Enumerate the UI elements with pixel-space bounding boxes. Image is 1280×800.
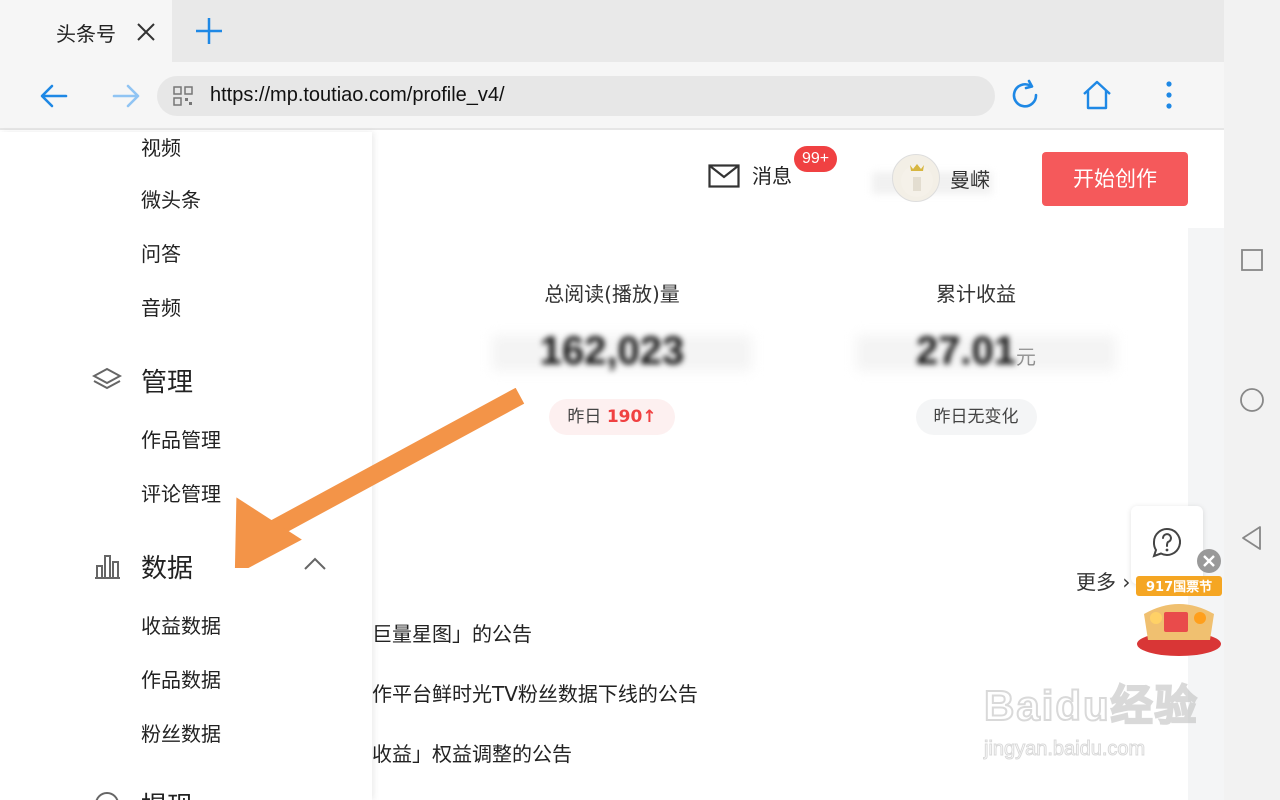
wallet-icon (95, 792, 119, 800)
mail-icon (708, 164, 740, 188)
url-text: https://mp.toutiao.com/profile_v4/ (210, 84, 505, 106)
tab-title: 头条号 (56, 22, 116, 46)
screen: 头条号 https://mp.toutiao.com/profile_v4/ 消… (0, 0, 1280, 800)
watermark-url: jingyan.baidu.com (983, 738, 1146, 761)
tab-bar: 头条号 (0, 0, 1224, 62)
sidebar-item-fan-data[interactable]: 粉丝数据 (141, 718, 221, 747)
bar-chart-icon (95, 555, 120, 579)
sidebar-item-qa[interactable]: 问答 (141, 238, 181, 267)
sidebar-item-content-data[interactable]: 作品数据 (141, 664, 221, 693)
change-prefix: 昨日无变化 (933, 407, 1019, 427)
more-notices-link[interactable]: 更多 › (1076, 566, 1130, 595)
browser-tab[interactable]: 头条号 (0, 0, 172, 62)
promo-label: 917国票节 (1146, 580, 1213, 595)
stat-change-badge: 昨日 190↑ (549, 399, 675, 435)
layers-icon (92, 367, 122, 390)
recent-apps-icon[interactable] (1238, 246, 1266, 274)
close-tab-icon[interactable] (134, 20, 158, 44)
reload-icon[interactable] (1008, 78, 1042, 112)
sidebar-item-audio[interactable]: 音频 (141, 292, 181, 321)
sidebar-item-earnings-data[interactable]: 收益数据 (141, 610, 221, 639)
stat-label: 累计收益 (936, 282, 1016, 306)
messages-label: 消息 (752, 164, 792, 188)
username[interactable]: 曼嵘 (950, 164, 990, 193)
page-content: 消息 99+ 曼嵘 开始创作 总阅读(播放)量 162,023 昨日 190↑ … (0, 132, 1224, 800)
annotation-arrow (234, 388, 525, 568)
url-field[interactable]: https://mp.toutiao.com/profile_v4/ (157, 76, 995, 116)
section-title: 数据 (141, 554, 194, 584)
stat-value: 27.01元 (856, 329, 1116, 377)
notice-item[interactable]: 巨量星图」的公告 (372, 618, 532, 647)
sidebar-item-comment-management[interactable]: 评论管理 (141, 478, 221, 507)
avatar-image-icon (901, 164, 933, 197)
sidebar-item-video[interactable]: 视频 (141, 132, 181, 161)
qr-code-icon[interactable] (173, 86, 193, 106)
home-icon[interactable] (1080, 78, 1114, 112)
notice-item[interactable]: 收益」权益调整的公告 (372, 738, 572, 767)
messages-badge: 99+ (794, 146, 838, 172)
baidu-watermark: Baidu经验 jingyan.baidu.com (980, 660, 1216, 772)
avatar[interactable] (892, 154, 940, 202)
help-icon (1152, 527, 1181, 558)
chevron-right-icon: › (1122, 570, 1131, 594)
start-creating-button[interactable]: 开始创作 (1042, 152, 1188, 206)
sidebar-item-content-management[interactable]: 作品管理 (141, 424, 221, 453)
home-circle-icon[interactable] (1238, 386, 1266, 414)
system-nav-bar (1224, 0, 1280, 800)
help-widget[interactable] (1131, 506, 1203, 584)
close-promo-icon[interactable] (1196, 548, 1222, 574)
new-tab-icon[interactable] (194, 16, 224, 46)
stat-number: 162,023 (539, 329, 685, 373)
watermark-brand: Baidu经验 (983, 681, 1199, 730)
more-menu-icon[interactable] (1154, 78, 1184, 112)
total-earnings-stat: 累计收益 27.01元 昨日无变化 (856, 278, 1116, 435)
back-triangle-icon[interactable] (1238, 524, 1266, 552)
up-arrow-icon: ↑ (642, 407, 657, 427)
address-bar: https://mp.toutiao.com/profile_v4/ (0, 62, 1224, 130)
forward-icon[interactable] (110, 80, 142, 112)
stat-label: 总阅读(播放)量 (544, 282, 680, 306)
section-title: 管理 (141, 368, 194, 398)
change-prefix: 昨日 (567, 407, 602, 427)
stat-change-badge: 昨日无变化 (915, 399, 1037, 435)
more-label: 更多 (1076, 570, 1116, 594)
total-reads-stat: 总阅读(播放)量 162,023 昨日 190↑ (492, 278, 752, 435)
section-title: 提现 (141, 786, 193, 800)
back-icon[interactable] (38, 80, 70, 112)
stat-number: 27.01 (915, 329, 1017, 373)
notice-item[interactable]: 作平台鲜时光TV粉丝数据下线的公告 (372, 678, 698, 707)
stat-value: 162,023 (492, 329, 752, 377)
change-value: 190 (606, 407, 643, 427)
sidebar-item-microblog[interactable]: 微头条 (141, 184, 201, 213)
